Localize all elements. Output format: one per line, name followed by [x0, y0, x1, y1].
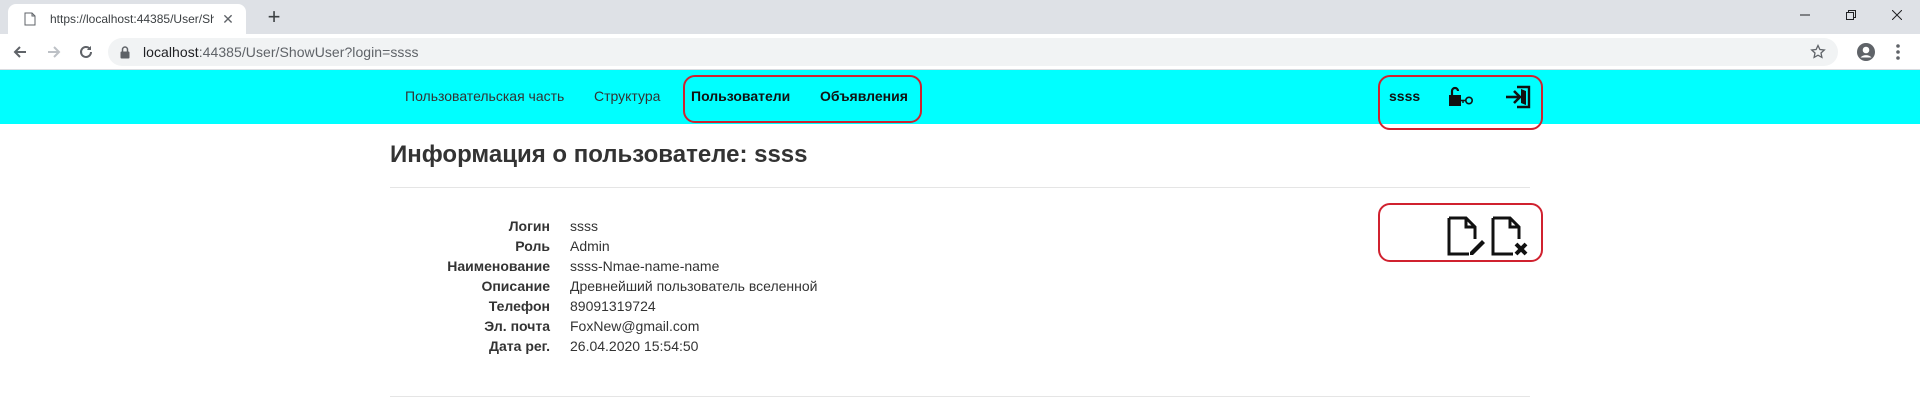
close-tab-icon[interactable]: ✕	[220, 11, 236, 28]
reload-icon[interactable]	[76, 42, 96, 62]
browser-tab[interactable]: https://localhost:44385/User/Sho ✕	[8, 4, 246, 34]
browser-toolbar: localhost:44385/User/ShowUser?login=ssss	[0, 34, 1920, 70]
minimize-icon[interactable]	[1782, 0, 1828, 30]
nav-structure[interactable]: Структура	[594, 88, 660, 104]
detail-row-registered: Дата рег. 26.04.2020 15:54:50	[489, 338, 699, 354]
restore-icon[interactable]	[1828, 0, 1874, 30]
detail-row-email: Эл. почта FoxNew@gmail.com	[484, 318, 700, 334]
nav-user-area[interactable]: Пользовательская часть	[405, 88, 564, 104]
forward-icon[interactable]	[44, 42, 64, 62]
new-tab-icon[interactable]: +	[262, 6, 286, 30]
divider-top	[390, 187, 1530, 188]
user-details-list: Логин ssss Роль Admin Наименование ssss-…	[390, 216, 1090, 356]
page-title-username: ssss	[754, 141, 808, 168]
lock-icon	[120, 45, 132, 59]
detail-row-name: Наименование ssss-Nmae-name-name	[447, 258, 720, 274]
divider-bottom	[390, 396, 1530, 397]
page-icon	[22, 11, 38, 27]
close-window-icon[interactable]	[1874, 0, 1920, 30]
profile-avatar-icon[interactable]	[1856, 42, 1876, 62]
highlight-actions	[1378, 203, 1543, 262]
detail-row-role: Роль Admin	[515, 238, 610, 254]
menu-icon[interactable]	[1888, 42, 1908, 62]
back-icon[interactable]	[10, 42, 30, 62]
address-bar[interactable]: localhost:44385/User/ShowUser?login=ssss	[108, 38, 1838, 66]
highlight-admin-links	[683, 75, 922, 123]
url-text: localhost:44385/User/ShowUser?login=ssss	[143, 44, 419, 60]
page-title: Информация о пользователе: ssss	[390, 141, 808, 168]
bookmark-star-icon[interactable]	[1810, 43, 1826, 65]
highlight-user-tools	[1378, 75, 1543, 130]
detail-row-phone: Телефон 89091319724	[488, 298, 656, 314]
browser-tabstrip: https://localhost:44385/User/Sho ✕ +	[0, 0, 1920, 34]
site-navbar: Пользовательская часть Структура Пользов…	[0, 70, 1920, 130]
tab-title: https://localhost:44385/User/Sho	[50, 12, 214, 26]
detail-row-description: Описание Древнейший пользователь вселенн…	[481, 278, 818, 294]
detail-row-login: Логин ssss	[508, 218, 598, 234]
